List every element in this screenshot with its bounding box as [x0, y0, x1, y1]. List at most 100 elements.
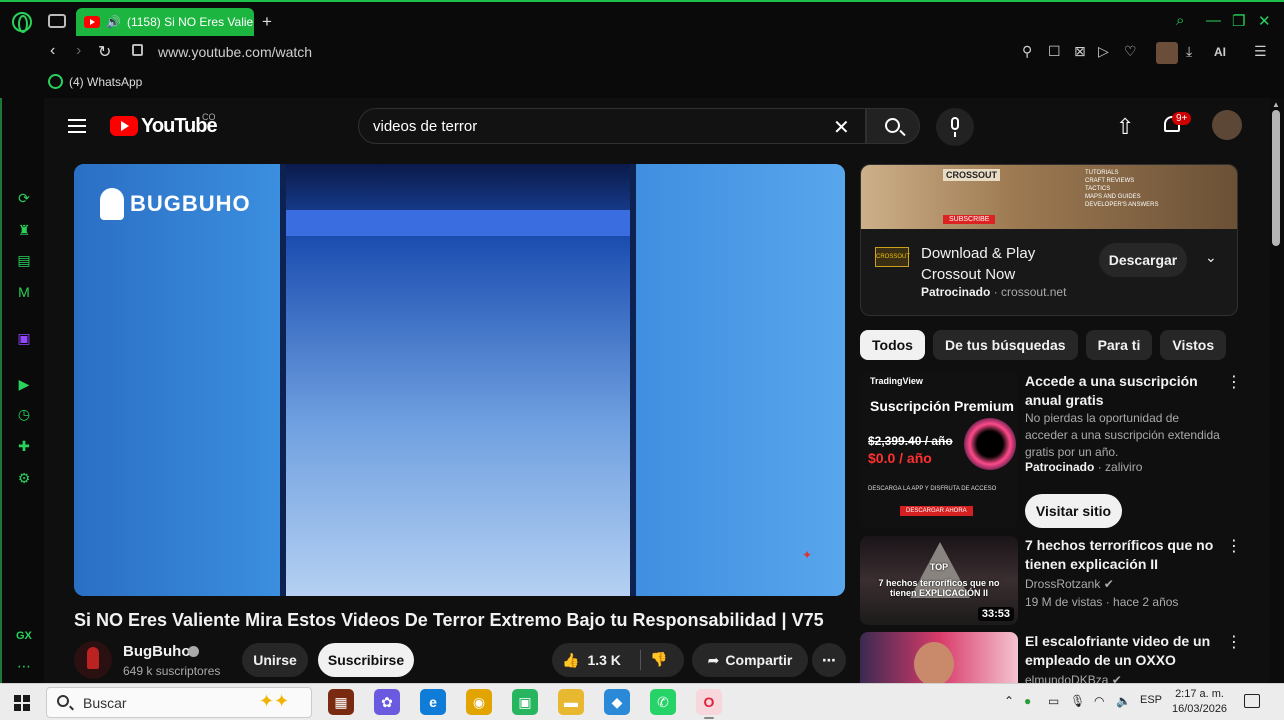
pin-icon[interactable]: ⚲	[1022, 43, 1032, 60]
chrome-icon[interactable]: ◉	[466, 689, 492, 715]
browser-tab-active[interactable]: 🔊 (1158) Si NO Eres Valie	[76, 8, 254, 36]
tray-overflow-icon[interactable]: ⌃	[1004, 694, 1014, 708]
ad-banner-image[interactable]: CROSSOUT TUTORIALS CRAFT REVIEWS TACTICS…	[861, 165, 1237, 229]
search-query[interactable]: videos de terror	[373, 118, 477, 135]
menu-icon[interactable]	[68, 119, 86, 133]
easy-setup-icon[interactable]: ☰	[1254, 43, 1267, 60]
heart-icon[interactable]: ♡	[1124, 43, 1137, 60]
clear-search-icon[interactable]: ✕	[833, 115, 850, 140]
opera-gx-icon[interactable]: O	[696, 689, 722, 719]
settings-icon[interactable]: ⚙	[16, 470, 32, 486]
performance-icon[interactable]: ▤	[16, 252, 32, 268]
android-icon[interactable]: ▣	[512, 689, 538, 715]
rec-title[interactable]: 7 hechos terroríficos que no tienen expl…	[1025, 536, 1225, 574]
download-icon[interactable]: ⤓	[1186, 43, 1192, 60]
edge-icon[interactable]: e	[420, 689, 446, 715]
visit-site-button[interactable]: Visitar sitio	[1025, 494, 1122, 528]
sponsored-ad-card[interactable]: CROSSOUT TUTORIALS CRAFT REVIEWS TACTICS…	[860, 164, 1238, 316]
taskbar-search-input[interactable]: Buscar ✦✦	[46, 687, 312, 718]
video-thumbnail[interactable]: TOP 7 hechos terroríficos que no tienen …	[860, 536, 1018, 625]
thumbs-up-icon[interactable]: 👍	[562, 652, 579, 669]
channel-name[interactable]: BugBuho	[123, 643, 190, 660]
more-options-icon[interactable]: ⋯	[17, 658, 31, 675]
opera-logo-icon[interactable]	[12, 12, 32, 33]
search-input[interactable]: videos de terror ✕	[358, 108, 866, 144]
profile-avatar[interactable]	[1156, 42, 1178, 64]
more-vert-icon[interactable]: ⋮	[1226, 632, 1242, 652]
more-actions-button[interactable]: ⋯	[812, 643, 846, 677]
youtube-logo-icon[interactable]	[110, 116, 138, 136]
tray-app-icon[interactable]: ●	[1024, 694, 1031, 708]
ad-download-button[interactable]: Descargar	[1099, 243, 1187, 277]
search-tabs-icon[interactable]: ⌕	[1176, 12, 1184, 29]
channel-name[interactable]: elmundoDKBza	[1025, 673, 1108, 683]
recommendation-video[interactable]: El escalofriante video de un empleado de…	[860, 632, 1260, 683]
speed-dial-icon[interactable]: ⟳	[16, 190, 32, 206]
copilot-icon[interactable]: ✿	[374, 689, 400, 715]
search-button[interactable]	[866, 108, 920, 144]
forward-button[interactable]: ›	[76, 42, 81, 60]
bookmark-whatsapp[interactable]: (4) WhatsApp	[48, 74, 142, 89]
scrollbar-thumb[interactable]	[1272, 110, 1280, 246]
game-store-icon[interactable]: ♜	[16, 222, 32, 238]
language-indicator[interactable]: ESP	[1140, 694, 1162, 706]
chip-de-tus-busquedas[interactable]: De tus búsquedas	[932, 330, 1078, 360]
video-thumbnail[interactable]	[860, 632, 1018, 683]
block-icon[interactable]: ⊠	[1074, 43, 1086, 60]
workspaces-icon[interactable]	[48, 14, 66, 28]
mic-tray-icon[interactable]: 🎙	[1070, 694, 1085, 708]
subscribe-button[interactable]: Suscribirse	[318, 643, 414, 677]
chip-todos[interactable]: Todos	[860, 330, 925, 360]
rec-title[interactable]: Accede a una suscripción anual gratis	[1025, 372, 1225, 410]
windows-start-icon[interactable]	[14, 695, 30, 711]
network-icon[interactable]: ▭	[1048, 694, 1059, 708]
extensions-icon[interactable]: ✚	[16, 438, 32, 454]
channel-name[interactable]: DrossRotzank	[1025, 577, 1100, 591]
chip-para-ti[interactable]: Para ti	[1085, 330, 1153, 360]
speaker-icon[interactable]: 🔊	[106, 15, 121, 29]
restore-button[interactable]: ❐	[1232, 12, 1245, 30]
voice-search-button[interactable]	[936, 108, 974, 146]
account-avatar[interactable]	[1212, 110, 1242, 140]
teams-icon[interactable]: ◆	[604, 689, 630, 715]
like-count[interactable]: 1.3 K	[587, 652, 620, 668]
search-highlight-icon[interactable]: ✦✦	[259, 691, 289, 712]
new-tab-button[interactable]: +	[262, 12, 272, 32]
chevron-down-icon[interactable]: ⌄	[1205, 249, 1217, 266]
player-icon[interactable]: ▶	[16, 376, 32, 392]
send-icon[interactable]: ▷	[1098, 43, 1109, 60]
notification-center-icon[interactable]	[1244, 694, 1260, 708]
snapshot-icon[interactable]: ☐	[1048, 43, 1061, 60]
aria-ai-button[interactable]: AI	[1214, 45, 1226, 59]
url-field[interactable]: www.youtube.com/watch	[158, 44, 312, 60]
share-button[interactable]: ➦ Compartir	[692, 643, 808, 677]
join-button[interactable]: Unirse	[242, 643, 308, 677]
gx-corner-icon[interactable]: M	[16, 284, 32, 300]
lock-icon[interactable]	[132, 44, 143, 56]
gx-label[interactable]: GX	[16, 630, 32, 642]
recommendation-ad[interactable]: TradingView Suscripción Premium $2,399.4…	[860, 372, 1260, 532]
more-vert-icon[interactable]: ⋮	[1226, 536, 1242, 556]
scroll-up-arrow-icon[interactable]: ▲	[1272, 100, 1280, 109]
app-game-icon[interactable]: ▦	[328, 689, 354, 715]
chip-vistos[interactable]: Vistos	[1160, 330, 1227, 360]
volume-icon[interactable]: 🔈	[1116, 694, 1131, 708]
system-clock[interactable]: 2:17 a. m. 16/03/2026	[1172, 687, 1227, 717]
recommendation-video[interactable]: TOP 7 hechos terroríficos que no tienen …	[860, 536, 1260, 626]
ad-title[interactable]: Download & Play Crossout Now	[921, 243, 1071, 285]
rec-title[interactable]: El escalofriante video de un empleado de…	[1025, 632, 1225, 670]
reload-button[interactable]: ↻	[98, 42, 111, 62]
minimize-button[interactable]: —	[1206, 12, 1221, 29]
back-button[interactable]: ‹	[50, 42, 55, 60]
more-vert-icon[interactable]: ⋮	[1226, 372, 1242, 392]
upload-icon[interactable]: ⇧	[1116, 114, 1134, 140]
file-explorer-icon[interactable]: ▬	[558, 689, 584, 715]
close-window-button[interactable]: ✕	[1258, 12, 1271, 30]
thumbs-down-icon[interactable]: 👎	[650, 651, 667, 668]
channel-avatar[interactable]	[74, 641, 112, 679]
wifi-icon[interactable]: ◠	[1094, 694, 1104, 708]
ad-thumbnail[interactable]: TradingView Suscripción Premium $2,399.4…	[860, 372, 1018, 528]
history-icon[interactable]: ◷	[16, 406, 32, 422]
advertiser-logo[interactable]: CROSSOUT	[875, 247, 910, 267]
video-player[interactable]: BUGBUHO ✦	[74, 164, 845, 596]
